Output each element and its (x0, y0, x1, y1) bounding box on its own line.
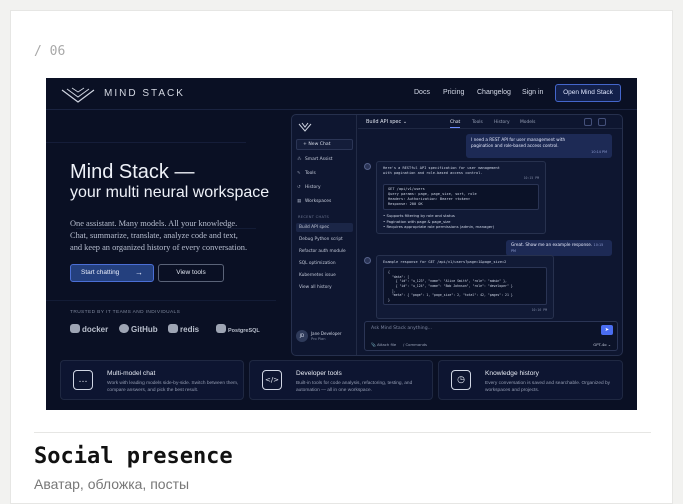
tab-tools[interactable]: Tools (472, 120, 483, 125)
save-icon[interactable] (598, 118, 606, 126)
list-item: • Requires appropriate role permissions … (383, 223, 495, 229)
chat-panel: Build API spec ⌄ Chat Tools History Mode… (358, 115, 622, 355)
new-chat-button[interactable]: + New Chat (296, 139, 353, 150)
user-plan: Pro Plan (311, 337, 326, 341)
divider (34, 432, 651, 433)
sidebar-item-workspaces[interactable]: ▦ Workspaces (297, 199, 331, 204)
sidebar-item-smart-assist[interactable]: ⁂ Smart Assist (297, 157, 332, 162)
tab-models[interactable]: Models (520, 120, 535, 125)
chat-header: Build API spec ⌄ Chat Tools History Mode… (358, 115, 622, 129)
hero-paragraph-line3: and keep an organized history of every c… (70, 243, 248, 252)
nav-changelog-link[interactable]: Changelog (477, 89, 511, 96)
recent-chat-item[interactable]: Kubernetes issue (296, 271, 353, 280)
feature-title: Knowledge history (485, 370, 539, 377)
message-input[interactable]: Ask Mind Stack anything... (371, 326, 432, 331)
brand-name: MIND STACK (104, 88, 185, 99)
github-logo: GitHub (119, 324, 158, 334)
plus-icon: + (303, 142, 307, 147)
user-message: I need a REST API for user management wi… (466, 134, 612, 158)
app-sidebar: + New Chat ⁂ Smart Assist ✎ Tools ↺ History… (292, 115, 357, 355)
arrow-right-icon: → (135, 268, 143, 277)
recent-chat-item[interactable]: Debug Python script (296, 235, 353, 244)
recent-chats-heading: RECENT CHATS (298, 215, 330, 219)
user-name: Jane Developer (311, 331, 342, 336)
assistant-message: Example response for GET /api/v1/users?p… (376, 255, 554, 319)
feature-card-developer-tools: </> Developer tools Built-in tools for c… (249, 360, 433, 400)
code-block: GET /api/v1/users Query params: page, pa… (383, 183, 539, 211)
decor-line (46, 300, 276, 301)
chevron-down-icon: ⌄ (402, 119, 408, 125)
commands-button[interactable]: / Commands (403, 342, 427, 347)
section-number: / 06 (34, 44, 66, 59)
hero-heading: Mind Stack — (70, 161, 195, 183)
postgresql-logo: PostgreSQL (216, 324, 260, 334)
website-screenshot: MIND STACK Docs Pricing Changelog Sign i… (46, 78, 637, 410)
trusted-label: TRUSTED BY IT TEAMS AND INDIVIDUALS (70, 310, 181, 315)
model-select[interactable]: GPT-4o ⌄ (593, 342, 611, 347)
sidebar-item-history[interactable]: ↺ History (297, 185, 321, 190)
github-icon (119, 324, 129, 333)
decor-line (46, 142, 246, 143)
chat-bubble-icon: … (73, 370, 93, 390)
hero-paragraph-line1: One assistant. Many models. All your kno… (70, 219, 238, 228)
feature-description: Work with leading models side-by-side. S… (107, 381, 239, 393)
attach-file-button[interactable]: 📎 Attach file (371, 342, 396, 347)
sidebar-item-tools[interactable]: ✎ Tools (297, 171, 316, 176)
history-icon: ↺ (297, 185, 301, 190)
page-subtitle: Аватар, обложка, посты (34, 476, 190, 492)
nav-pricing-link[interactable]: Pricing (443, 89, 464, 96)
chat-title[interactable]: Build API spec ⌄ (366, 119, 407, 125)
view-tools-button[interactable]: View tools (158, 264, 224, 282)
recent-chat-item[interactable]: Build API spec (296, 223, 353, 232)
more-icon[interactable] (612, 118, 616, 126)
postgresql-icon (216, 324, 226, 333)
feature-description: Built-in tools for code analysis, refact… (296, 381, 413, 393)
top-nav: MIND STACK Docs Pricing Changelog Sign i… (46, 78, 637, 110)
docker-icon (70, 324, 80, 333)
feature-title: Multi-model chat (107, 370, 156, 377)
docker-logo: docker (70, 324, 108, 334)
app-window: + New Chat ⁂ Smart Assist ✎ Tools ↺ History… (291, 114, 623, 356)
feature-card-knowledge-history: ◷ Knowledge history Every conversation i… (438, 360, 623, 400)
start-chatting-label: Start chatting (81, 269, 120, 276)
sparkle-icon: ⁂ (297, 157, 302, 162)
hero-heading-line2: your multi neural workspace (70, 184, 270, 201)
chat-composer[interactable]: Ask Mind Stack anything... ➤ 📎 Attach fi… (364, 321, 618, 351)
code-block: { "data": [ { "id": "u_123", "name": "Al… (383, 267, 547, 306)
avatar: JD (296, 330, 308, 342)
send-button[interactable]: ➤ (601, 325, 613, 335)
open-app-button[interactable]: Open Mind Stack (555, 84, 621, 102)
user-profile[interactable]: JD Jane Developer Pro Plan (296, 327, 353, 347)
recent-chat-item[interactable]: Refactor auth module (296, 247, 353, 256)
hero-paragraph-line2: Chat, summarize, translate, analyze code… (70, 231, 238, 240)
user-message: Great. Show me an example response. 10:1… (506, 240, 612, 256)
assistant-avatar-icon (364, 257, 371, 264)
feature-card-multi-model: … Multi-model chat Work with leading mod… (60, 360, 244, 400)
redis-icon (168, 324, 178, 333)
grid-icon: ▦ (297, 199, 302, 204)
wrench-icon: ✎ (297, 171, 301, 176)
feature-description: Every conversation is saved and searchab… (485, 381, 611, 393)
tab-history[interactable]: History (494, 120, 510, 125)
page-title: Social presence (34, 444, 233, 469)
new-chat-label: New Chat (308, 142, 331, 147)
assistant-avatar-icon (364, 163, 371, 170)
view-all-history-link[interactable]: View all history (296, 283, 353, 292)
nav-docs-link[interactable]: Docs (414, 89, 430, 96)
feature-title: Developer tools (296, 370, 342, 377)
code-icon: </> (262, 370, 282, 390)
clock-icon: ◷ (451, 370, 471, 390)
app-logo-icon (298, 122, 312, 132)
tab-chat[interactable]: Chat (450, 120, 461, 128)
start-chatting-button[interactable]: Start chatting → (70, 264, 154, 282)
redis-logo: redis (168, 324, 199, 334)
mind-stack-logo-icon (61, 87, 95, 103)
nav-signin-link[interactable]: Sign in (522, 89, 543, 96)
recent-chat-item[interactable]: SQL optimization (296, 259, 353, 268)
gear-icon[interactable] (584, 118, 592, 126)
assistant-message: Here's a RESTful API specification for u… (376, 161, 546, 235)
